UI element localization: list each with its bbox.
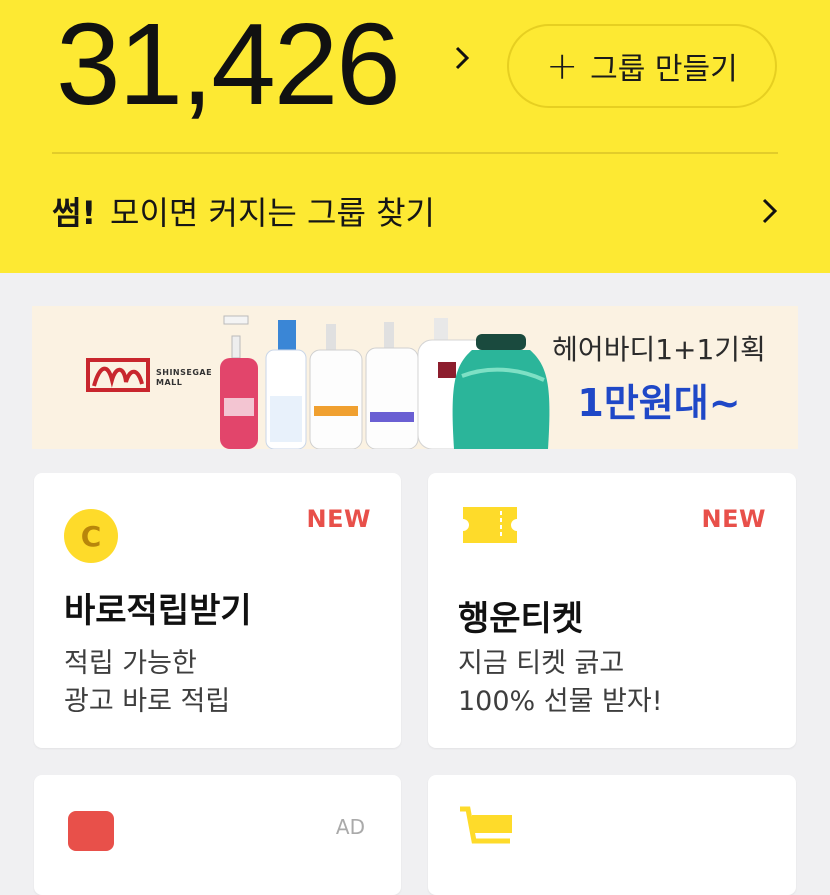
shopping-card[interactable] — [428, 775, 796, 895]
points-balance[interactable]: 31,426 — [56, 0, 401, 134]
new-badge: NEW — [306, 505, 371, 533]
shinsegae-logo-icon — [86, 358, 150, 392]
banner-title: 헤어바디1+1기획 — [552, 333, 766, 366]
promo-text: 모이면 커지는 그룹 찾기 — [110, 194, 435, 232]
coin-icon: C — [64, 509, 118, 563]
brand-line-1: SHINSEGAE — [156, 368, 213, 377]
create-group-label: 그룹 만들기 — [590, 52, 738, 87]
card-description: 지금 티켓 긁고 100% 선물 받자! — [458, 645, 663, 721]
group-search-link[interactable]: 썸! 모이면 커지는 그룹 찾기 — [52, 176, 792, 246]
ad-badge: AD — [335, 815, 365, 839]
cart-icon — [460, 806, 512, 844]
plus-icon: + — [546, 44, 579, 88]
chevron-right-icon[interactable] — [448, 44, 476, 72]
card-description: 적립 가능한 광고 바로 적립 — [64, 645, 230, 721]
points-header: 31,426 + 그룹 만들기 썸! 모이면 커지는 그룹 찾기 — [0, 0, 830, 273]
lucky-ticket-card[interactable]: NEW 행운티켓 지금 티켓 긁고 100% 선물 받자! — [428, 473, 796, 748]
ad-card[interactable]: AD — [34, 775, 401, 895]
ad-banner[interactable]: SHINSEGAE MALL 헤어바디1+1기획 1만원대~ — [32, 306, 798, 449]
brand-line-2: MALL — [156, 378, 183, 387]
red-badge-icon — [68, 811, 114, 851]
ticket-icon — [463, 507, 517, 543]
instant-reward-card[interactable]: C NEW 바로적립받기 적립 가능한 광고 바로 적립 — [34, 473, 401, 748]
create-group-button[interactable]: + 그룹 만들기 — [507, 24, 777, 108]
new-badge: NEW — [701, 505, 766, 533]
card-title: 행운티켓 — [458, 599, 584, 639]
header-divider — [52, 152, 778, 154]
product-bottles-image — [220, 315, 550, 449]
card-title: 바로적립받기 — [64, 591, 252, 631]
card-desc-line: 광고 바로 적립 — [64, 686, 231, 717]
card-desc-line: 적립 가능한 — [64, 648, 197, 679]
promo-highlight: 썸! — [52, 194, 97, 232]
card-desc-line: 지금 티켓 긁고 — [458, 648, 625, 679]
card-desc-line: 100% 선물 받자! — [458, 686, 663, 717]
brand-name: SHINSEGAE MALL — [156, 368, 216, 388]
chevron-right-icon[interactable] — [756, 196, 782, 226]
banner-subtitle: 1만원대~ — [577, 381, 741, 425]
